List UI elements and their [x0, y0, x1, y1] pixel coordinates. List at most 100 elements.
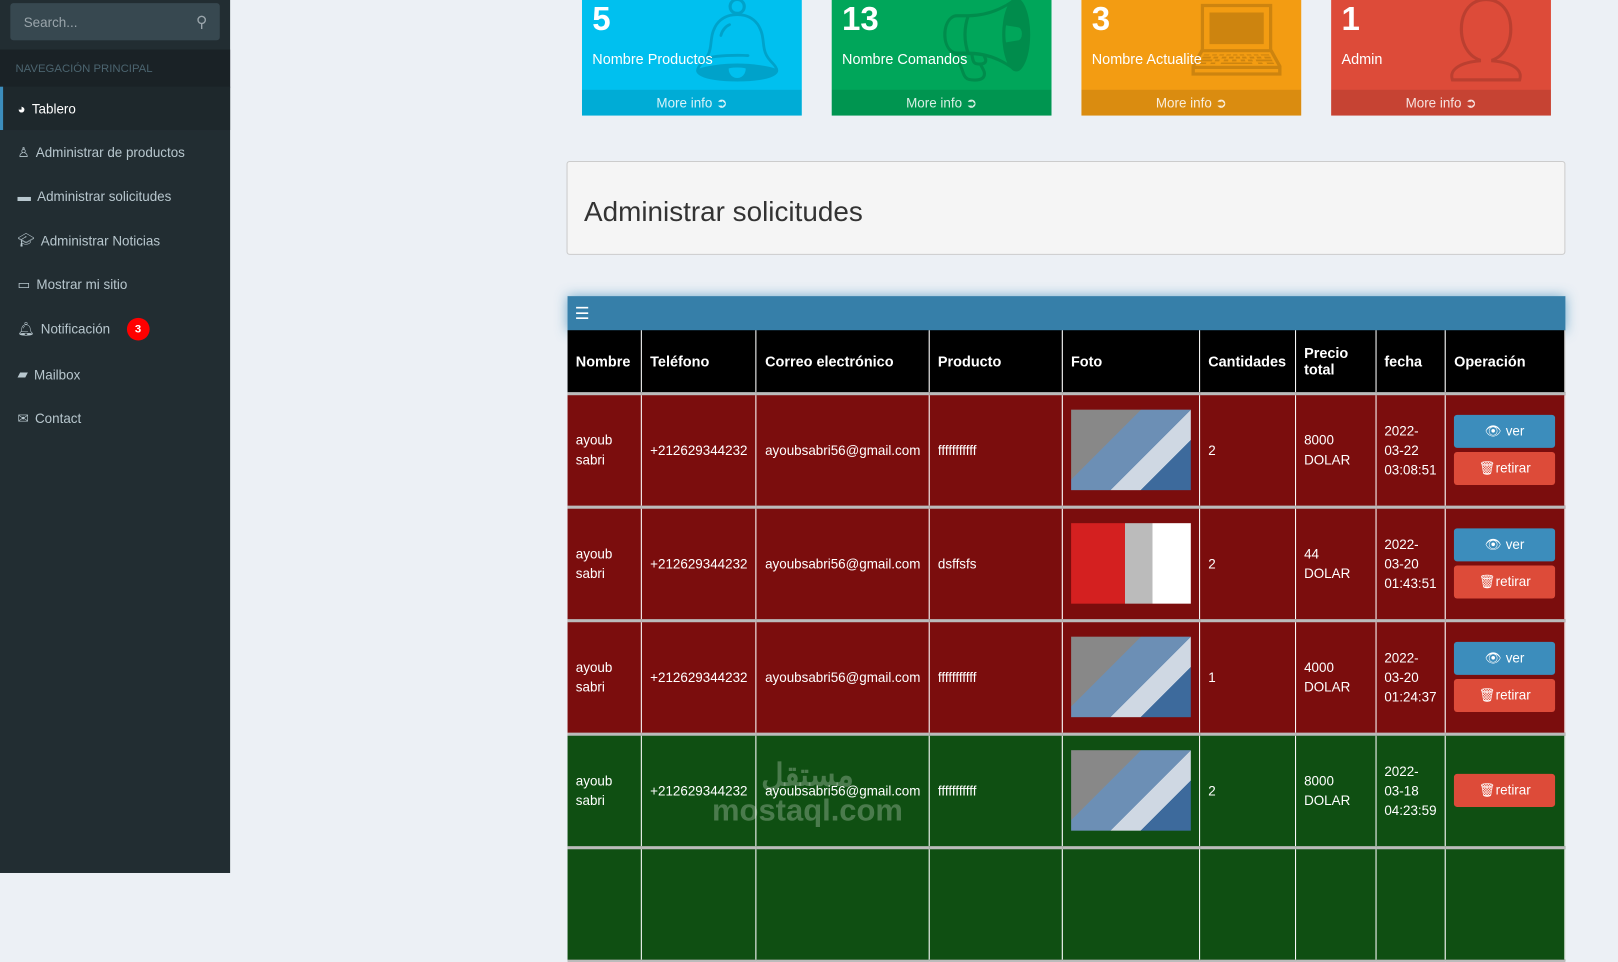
sidebar-item-label: Notificación [40, 320, 111, 337]
cantidad-cell: 1 [1199, 620, 1296, 736]
trash-icon: 🗑︎ [1478, 687, 1496, 703]
retirar-button[interactable]: 🗑︎retirar [1454, 678, 1556, 713]
empty-cell [567, 847, 642, 962]
correo-cell: ayoubsabri56@gmail.com [756, 506, 930, 622]
fecha-cell: 2022-03-22 03:08:51 [1375, 393, 1446, 509]
product-photo [1070, 636, 1191, 718]
table-row: ayoub sabri +212629344232 ayoubsabri56@g… [567, 506, 1566, 622]
sidebar-item-mailbox[interactable]: ▰ Mailbox [0, 353, 230, 396]
column-header: fecha [1375, 330, 1446, 395]
dashboard-icon: ◕ [17, 100, 26, 117]
eye-icon: 👁︎ [1484, 536, 1502, 553]
nombre-cell: ayoub sabri [567, 506, 642, 622]
stat-value: 13 [842, 0, 879, 38]
precio-cell: 44 DOLAR [1295, 506, 1377, 622]
bell-icon: 🔔︎ [17, 320, 35, 336]
stat-box: 👤︎ 1 Admin More info ➲ [1331, 0, 1551, 116]
product-photo [1070, 523, 1191, 604]
operacion-cell: 👁︎ ver 🗑︎retirar [1445, 506, 1566, 622]
table-toolbar: ☰ [567, 296, 1566, 332]
empty-cell [1199, 847, 1296, 962]
sidebar-item-administrar-de-productos[interactable]: ♙ Administrar de productos [0, 131, 230, 174]
page-title: Administrar solicitudes [584, 196, 863, 228]
cantidad-cell: 2 [1199, 506, 1296, 622]
notification-badge: 3 [126, 317, 150, 341]
column-header: Correo electrónico [756, 330, 930, 395]
eye-icon: 👁︎ [1484, 650, 1502, 666]
stat-box: 🔔︎ 5 Nombre Productos More info ➲ [581, 0, 802, 116]
empty-cell [1295, 847, 1377, 962]
more-info-link[interactable]: More info ➲ [581, 89, 802, 116]
column-header: Precio total [1295, 330, 1377, 395]
fecha-cell: 2022-03-20 01:24:37 [1375, 620, 1446, 736]
stat-box: 📢︎ 13 Nombre Comandos More info ➲ [831, 0, 1052, 116]
retirar-label: retirar [1495, 573, 1531, 590]
user-icon: 👤︎ [1433, 0, 1539, 86]
stat-label: Nombre Actualite [1091, 50, 1202, 68]
sidebar-item-administrar-solicitudes[interactable]: ▬ Administrar solicitudes [0, 175, 230, 218]
search-placeholder: Search... [23, 14, 78, 30]
nombre-cell: ayoub sabri [567, 393, 642, 509]
ver-label: ver [1505, 536, 1525, 553]
sidebar-item-contact[interactable]: ✉ Contact [0, 397, 230, 440]
sidebar-item-label: Administrar de productos [35, 144, 185, 161]
graduation-cap-icon: 🎓︎ [17, 232, 35, 248]
telefono-cell: +212629344232 [641, 620, 757, 736]
search-icon[interactable]: ⚲ [196, 12, 207, 31]
retirar-label: retirar [1495, 460, 1531, 476]
ver-button[interactable]: 👁︎ ver [1454, 641, 1556, 675]
retirar-button[interactable]: 🗑︎retirar [1454, 451, 1556, 485]
sidebar-item-mostrar-mi-sitio[interactable]: ▭ Mostrar mi sitio [0, 263, 230, 306]
sidebar-item-notificación[interactable]: 🔔︎ Notificación 3 [0, 307, 230, 350]
more-info-link[interactable]: More info ➲ [1331, 89, 1551, 116]
precio-cell: 8000 DOLAR [1295, 733, 1377, 849]
stat-value: 1 [1341, 0, 1360, 38]
cantidad-cell: 2 [1199, 733, 1296, 849]
empty-cell [1375, 847, 1446, 962]
correo-cell: ayoubsabri56@gmail.com [756, 733, 930, 849]
nav-header: NAVEGACIÓN PRINCIPAL [0, 49, 231, 88]
nombre-cell: ayoub sabri [567, 620, 642, 736]
stat-value: 5 [592, 0, 611, 38]
ver-button[interactable]: 👁︎ ver [1454, 528, 1556, 562]
arrow-circle-right-icon: ➲ [1465, 94, 1477, 111]
empty-cell [1062, 847, 1200, 962]
producto-cell: dsffsfs [929, 506, 1063, 622]
arrow-circle-right-icon: ➲ [965, 94, 978, 111]
producto-cell: fffffffffff [929, 620, 1063, 736]
retirar-label: retirar [1495, 687, 1531, 703]
foto-cell [1062, 506, 1200, 622]
cantidad-cell: 2 [1199, 393, 1296, 509]
column-header: Foto [1062, 330, 1200, 395]
producto-cell: fffffffffff [929, 393, 1063, 509]
fecha-cell: 2022-03-20 01:43:51 [1375, 506, 1446, 622]
more-info-label: More info [906, 94, 963, 111]
correo-cell: ayoubsabri56@gmail.com [756, 393, 930, 509]
ver-button[interactable]: 👁︎ ver [1454, 414, 1556, 448]
envelope-icon: ✉ [17, 410, 29, 427]
sidebar-item-label: Administrar solicitudes [37, 188, 172, 205]
column-header: Nombre [567, 330, 642, 395]
orders-table: Nombre Teléfono Correo electrónico Producto… [567, 330, 1566, 962]
more-info-link[interactable]: More info ➲ [1081, 89, 1302, 116]
more-info-link[interactable]: More info ➲ [831, 89, 1052, 116]
search-input[interactable]: Search... ⚲ [10, 3, 220, 41]
empty-cell [641, 847, 757, 962]
trash-icon: 🗑︎ [1478, 573, 1496, 590]
table-row [567, 847, 1566, 962]
retirar-label: retirar [1495, 782, 1531, 798]
retirar-button[interactable]: 🗑︎retirar [1454, 773, 1556, 807]
sidebar-item-tablero[interactable]: ◕ Tablero [0, 86, 231, 131]
more-info-label: More info [656, 94, 713, 111]
ver-label: ver [1505, 650, 1525, 666]
stat-label: Admin [1341, 50, 1383, 68]
ver-label: ver [1505, 423, 1525, 439]
product-photo [1070, 409, 1191, 491]
retirar-button[interactable]: 🗑︎retirar [1454, 565, 1556, 599]
desktop-icon: ▭ [17, 276, 31, 292]
correo-cell: ayoubsabri56@gmail.com [756, 620, 930, 736]
operacion-cell: 🗑︎retirar [1445, 733, 1566, 849]
laptop-icon: 💻︎ [1184, 0, 1289, 86]
column-header: Operación [1445, 330, 1566, 395]
sidebar-item-administrar-noticias[interactable]: 🎓︎ Administrar Noticias [0, 219, 230, 262]
